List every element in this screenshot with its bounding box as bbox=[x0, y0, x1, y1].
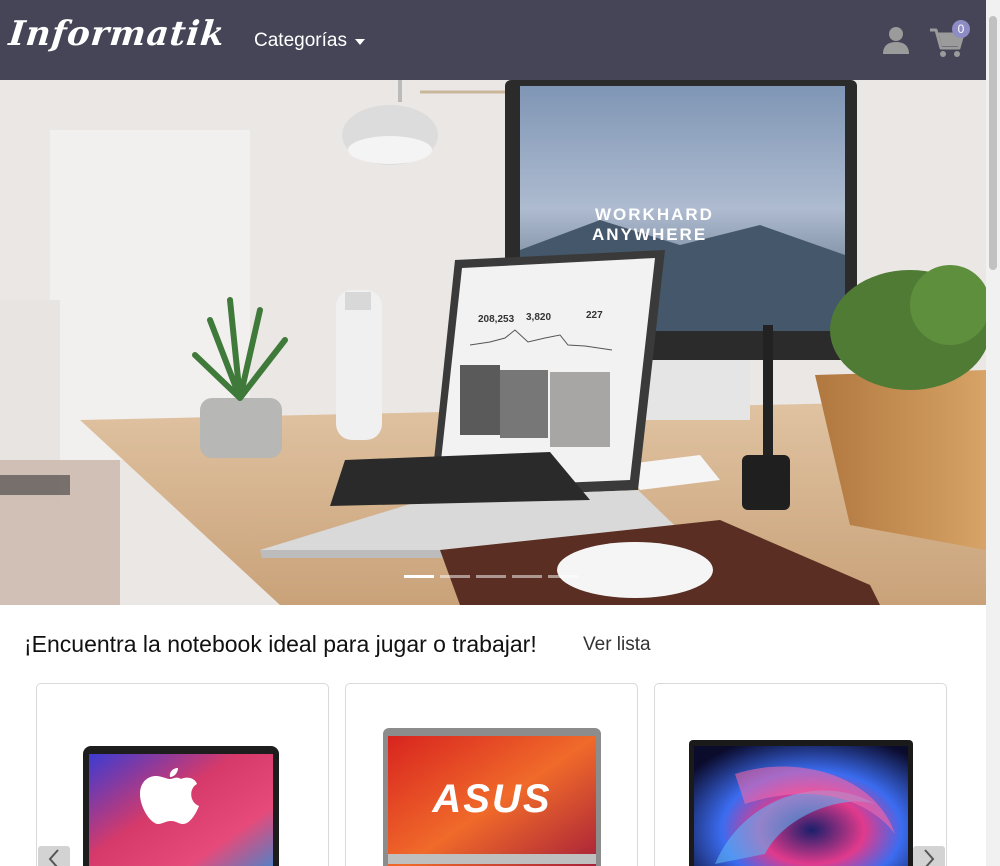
carousel-indicator-2[interactable] bbox=[440, 575, 470, 578]
monitor-text-1: WORKHARD bbox=[595, 205, 714, 224]
carousel-indicator-4[interactable] bbox=[512, 575, 542, 578]
product-card-1[interactable] bbox=[36, 683, 329, 866]
product-image-3 bbox=[689, 740, 913, 866]
scrollbar-thumb[interactable] bbox=[989, 16, 997, 270]
caret-down-icon bbox=[354, 39, 365, 45]
product-card-2[interactable]: ASUS bbox=[345, 683, 638, 866]
user-icon bbox=[883, 27, 909, 54]
product-image-1 bbox=[83, 746, 279, 866]
carousel-indicators bbox=[404, 575, 578, 578]
carousel-indicator-1[interactable] bbox=[404, 575, 434, 578]
see-list-link[interactable]: Ver lista bbox=[583, 634, 651, 656]
section-title: ¡Encuentra la notebook ideal para jugar … bbox=[24, 631, 537, 657]
brand-logo[interactable]: Informatik bbox=[7, 14, 227, 54]
chevron-right-icon bbox=[924, 849, 935, 866]
carousel-prev-button[interactable] bbox=[38, 846, 70, 866]
product-image-2: ASUS bbox=[383, 728, 601, 866]
carousel-indicator-3[interactable] bbox=[476, 575, 506, 578]
top-navbar: Informatik Categorías 0 bbox=[0, 0, 986, 80]
asus-logo: ASUS bbox=[431, 777, 551, 821]
monitor-text-2: ANYWHERE bbox=[592, 225, 707, 244]
hero-image: WORKHARD ANYWHERE 208,253 3,820 227 bbox=[0, 80, 986, 605]
page-scrollbar[interactable] bbox=[986, 0, 1000, 866]
hero-carousel: WORKHARD ANYWHERE 208,253 3,820 227 bbox=[0, 80, 986, 605]
chevron-left-icon bbox=[48, 849, 59, 866]
laptop-stat-3: 227 bbox=[586, 310, 603, 321]
carousel-indicator-5[interactable] bbox=[548, 575, 578, 578]
laptop-stat-2: 3,820 bbox=[526, 312, 551, 323]
product-card-3[interactable] bbox=[654, 683, 947, 866]
cart-count-badge: 0 bbox=[952, 20, 970, 38]
carousel-next-button[interactable] bbox=[913, 846, 945, 866]
laptop-stat-1: 208,253 bbox=[478, 314, 515, 325]
categories-dropdown[interactable]: Categorías bbox=[254, 30, 365, 52]
user-account-button[interactable] bbox=[880, 24, 912, 56]
categories-label: Categorías bbox=[254, 30, 347, 51]
